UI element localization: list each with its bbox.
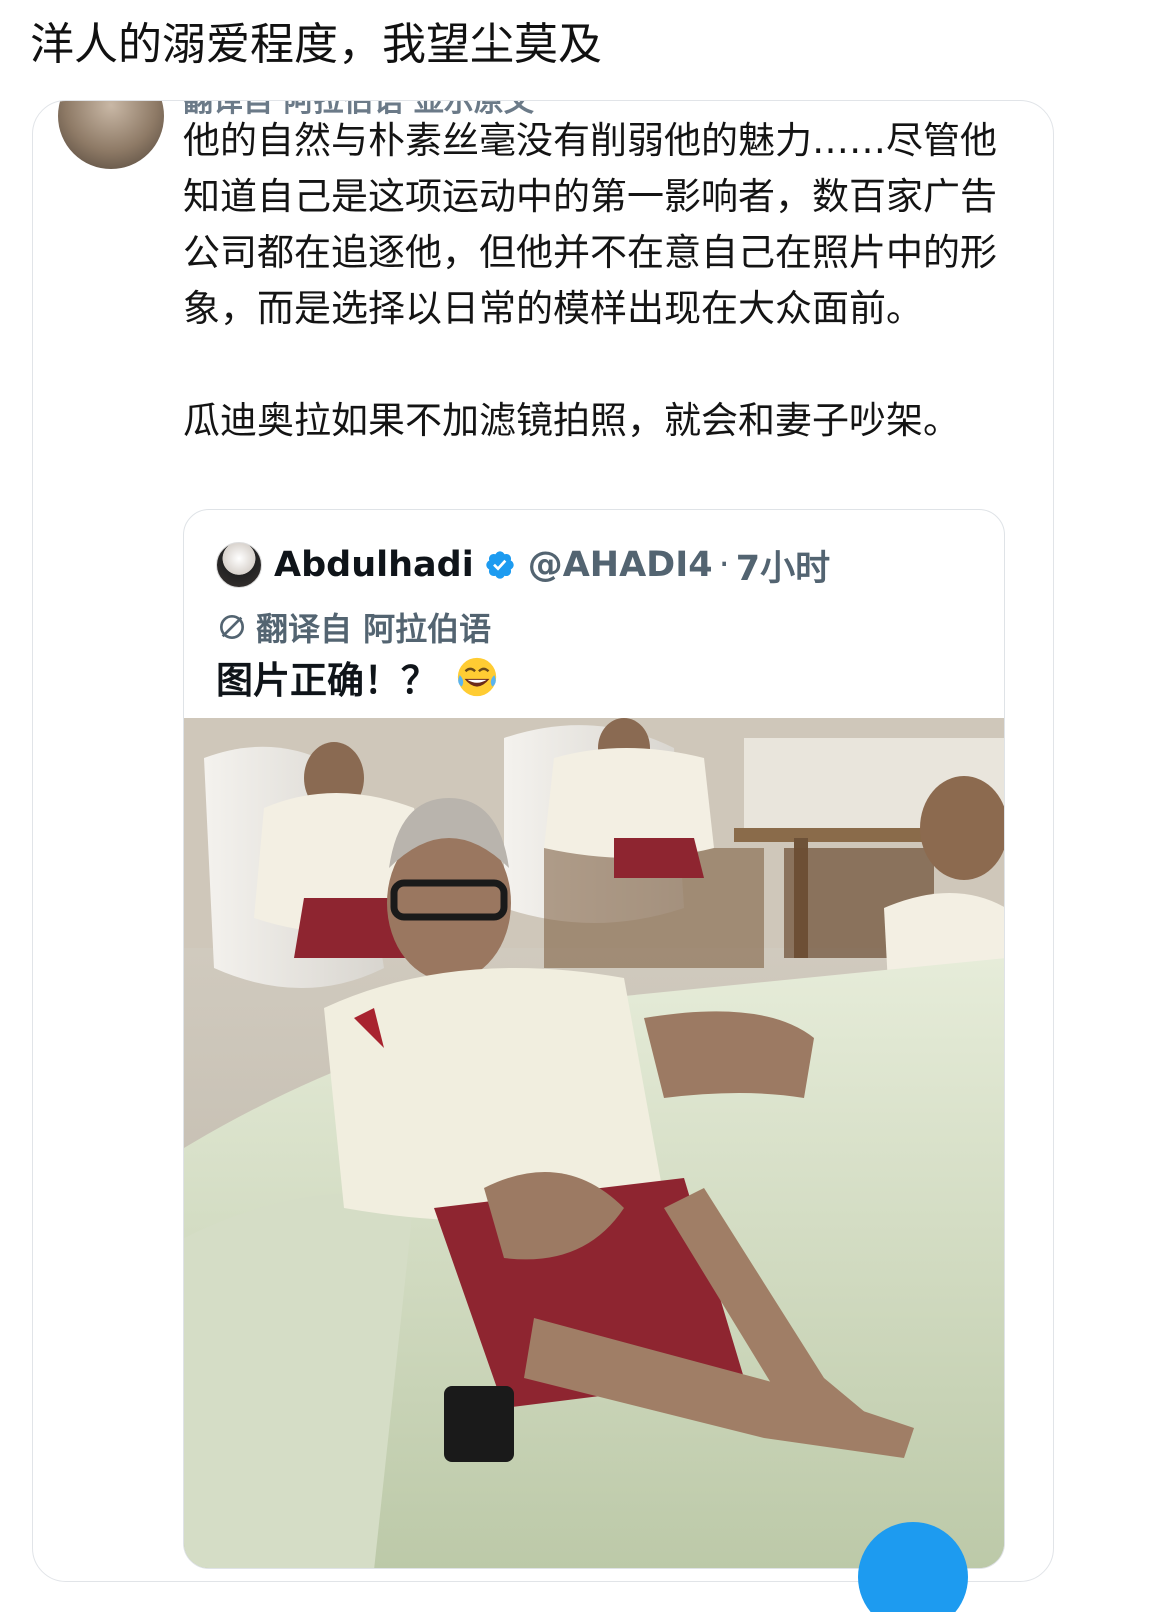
face-with-tears-of-joy-icon — [457, 657, 497, 697]
author-avatar[interactable] — [58, 101, 164, 169]
translate-icon — [220, 615, 244, 639]
quoted-tweet-photo[interactable] — [184, 718, 1004, 1568]
translated-from-label: 翻译自 阿拉伯语 — [216, 604, 491, 650]
quoted-author-handle[interactable]: @AHADI4 — [528, 545, 713, 585]
photo-illustration — [184, 718, 1004, 1568]
quoted-author-name[interactable]: Abdulhadi — [274, 545, 474, 585]
tweet-text: 他的自然与朴素丝毫没有削弱他的魅力……尽管他知道自己是这项运动中的第一影响者，数… — [183, 113, 1013, 449]
quoted-author-avatar[interactable] — [216, 542, 262, 588]
meta-separator: · — [718, 545, 730, 585]
post-caption: 洋人的溺爱程度，我望尘莫及 — [30, 19, 602, 70]
quoted-tweet[interactable]: Abdulhadi @AHADI4 · 7小时 翻译自 阿拉伯语 图片正确！？ — [183, 509, 1005, 1569]
tweet-text-para2: 瓜迪奥拉如果不加滤镜拍照，就会和妻子吵架。 — [183, 399, 960, 442]
quoted-tweet-header: Abdulhadi @AHADI4 · 7小时 — [216, 540, 830, 590]
verified-badge-icon — [486, 551, 514, 579]
quoted-tweet-text: 图片正确！？ — [216, 659, 438, 702]
translated-from-text: 翻译自 阿拉伯语 — [256, 610, 492, 648]
tweet-card[interactable]: 翻译自 阿拉伯语 显示原文 他的自然与朴素丝毫没有削弱他的魅力……尽管他知道自己… — [32, 100, 1054, 1582]
tweet-text-para1: 他的自然与朴素丝毫没有削弱他的魅力……尽管他知道自己是这项运动中的第一影响者，数… — [183, 119, 997, 330]
quoted-tweet-body: 图片正确！？ — [216, 650, 500, 704]
quoted-timestamp[interactable]: 7小时 — [736, 540, 830, 591]
